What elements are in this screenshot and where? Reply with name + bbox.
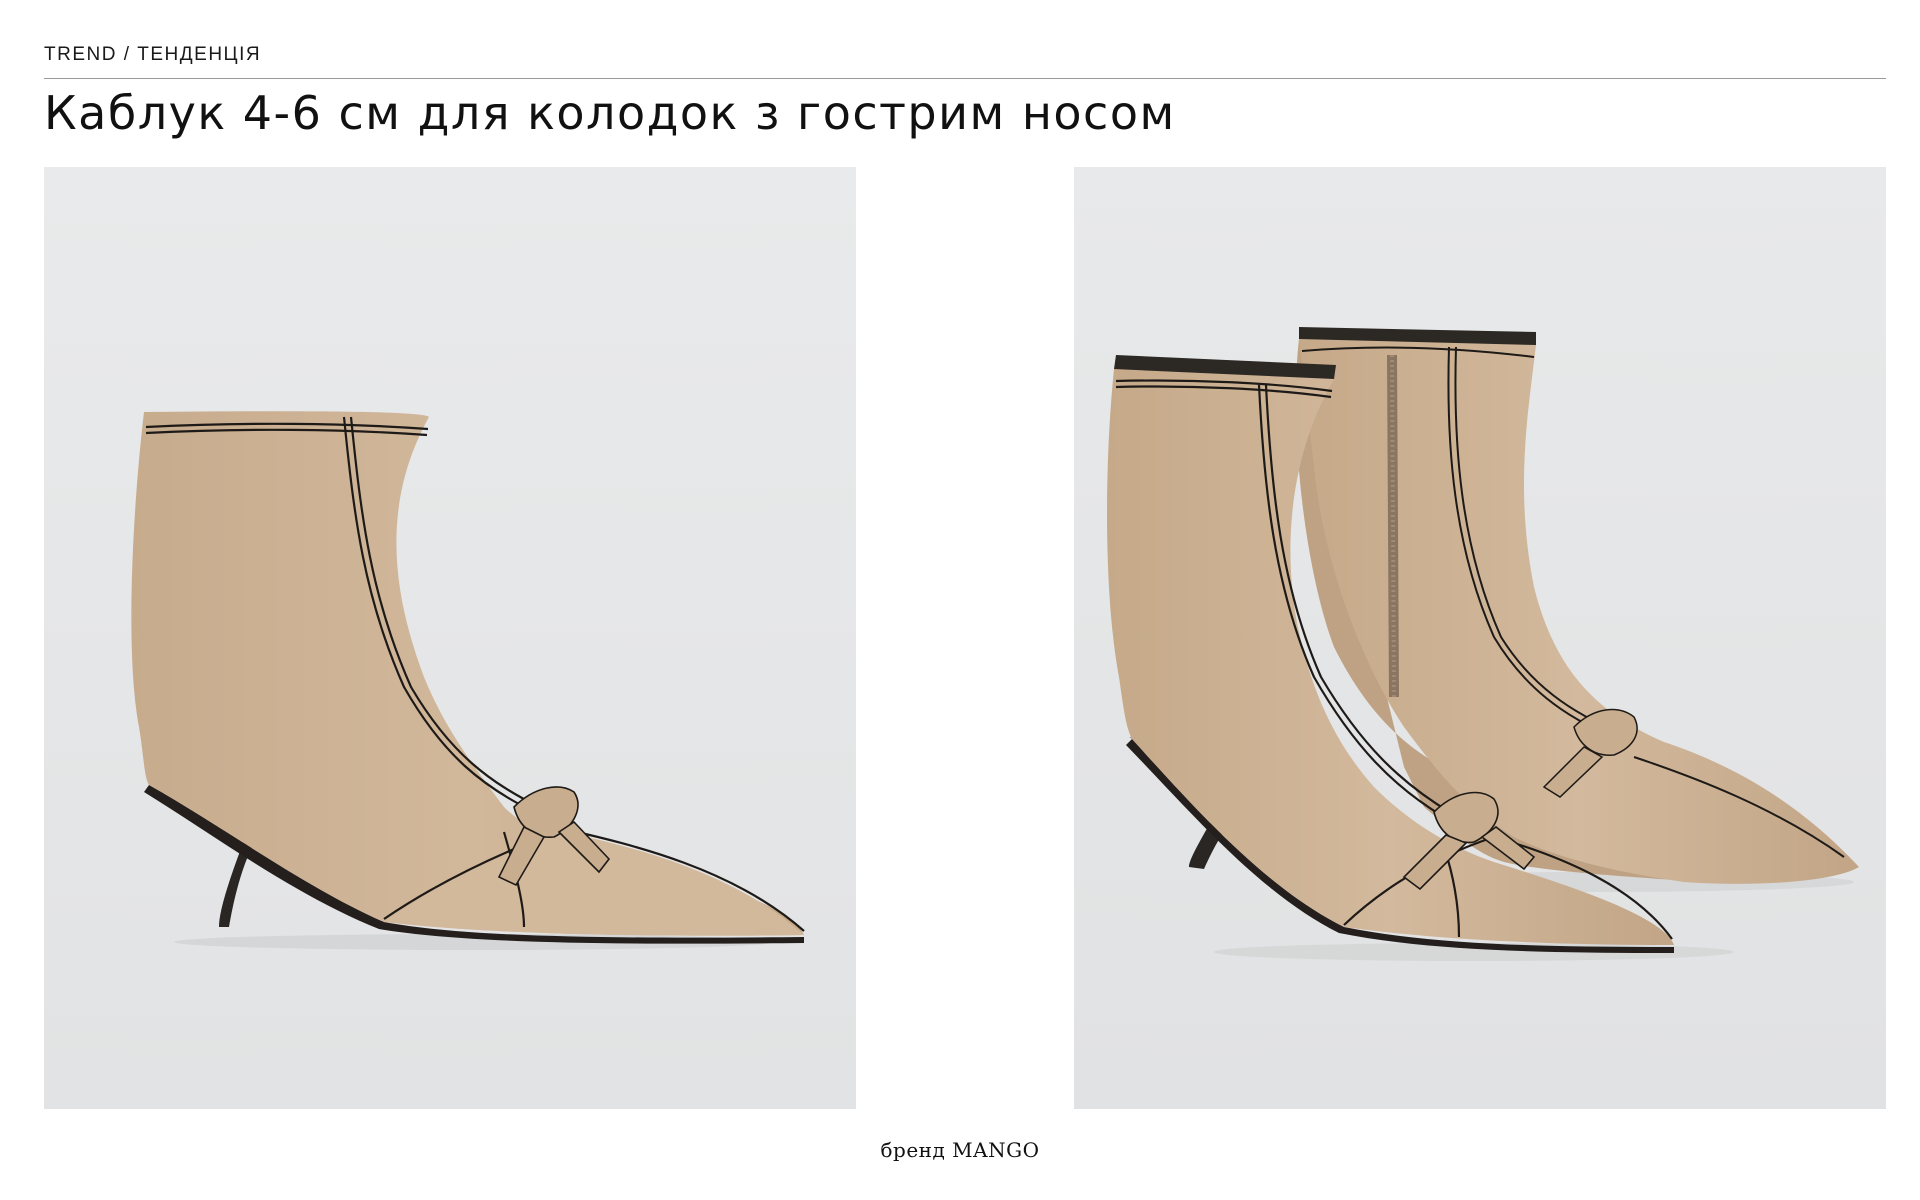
product-photo-boot-pair xyxy=(1074,167,1886,1109)
single-boot-illustration xyxy=(44,167,856,1109)
page-title: Каблук 4-6 см для колодок з гострим носо… xyxy=(44,86,1176,140)
header-divider xyxy=(44,78,1886,79)
product-photo-single-boot xyxy=(44,167,856,1109)
boot-pair-illustration xyxy=(1074,167,1886,1109)
brand-caption: бренд MANGO xyxy=(880,1138,1040,1162)
trend-eyebrow: TREND / ТЕНДЕНЦІЯ xyxy=(44,44,262,65)
